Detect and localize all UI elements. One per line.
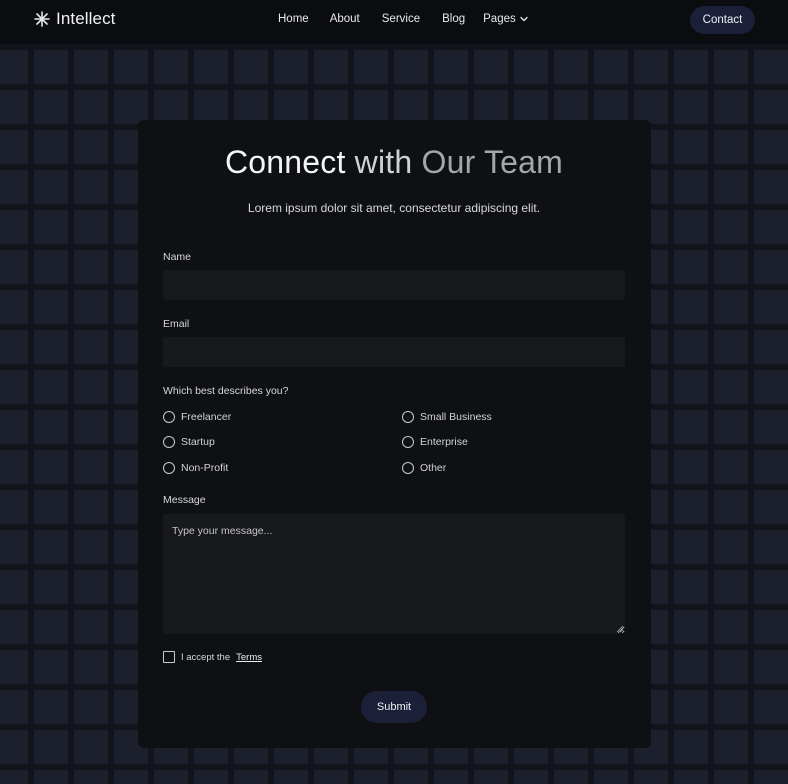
message-textarea[interactable] xyxy=(163,514,625,634)
describe-label: Which best describes you? xyxy=(163,385,289,397)
asterisk-icon xyxy=(34,11,50,27)
title-part-our-team: Our Team xyxy=(421,144,563,180)
radio-circle-icon xyxy=(163,462,175,474)
page-title: Connect with Our Team xyxy=(0,144,788,181)
nav-blog[interactable]: Blog xyxy=(442,13,465,25)
radio-startup[interactable]: Startup xyxy=(163,436,215,448)
terms-link[interactable]: Terms xyxy=(236,652,262,663)
radio-label: Freelancer xyxy=(181,411,232,423)
radio-small-business[interactable]: Small Business xyxy=(402,411,492,423)
radio-circle-icon xyxy=(402,436,414,448)
radio-other[interactable]: Other xyxy=(402,462,446,474)
message-label: Message xyxy=(163,494,206,506)
nav-about[interactable]: About xyxy=(330,13,360,25)
chevron-down-icon xyxy=(520,16,528,22)
resize-handle-icon[interactable] xyxy=(616,625,624,633)
email-input[interactable] xyxy=(163,337,625,367)
radio-freelancer[interactable]: Freelancer xyxy=(163,411,231,423)
main-nav: Home About Service Blog Pages xyxy=(278,13,528,25)
terms-row: I accept the Terms xyxy=(163,651,262,663)
page-subtitle: Lorem ipsum dolor sit amet, consectetur … xyxy=(247,201,541,215)
brand-name: Intellect xyxy=(56,9,116,28)
brand-logo[interactable]: Intellect xyxy=(34,9,116,29)
top-navbar: Intellect Home About Service Blog Pages … xyxy=(0,0,788,44)
submit-button[interactable]: Submit xyxy=(361,691,427,723)
terms-prefix: I accept the xyxy=(181,651,231,663)
radio-label: Other xyxy=(420,462,447,474)
radio-circle-icon xyxy=(163,436,175,448)
radio-circle-icon xyxy=(402,462,414,474)
radio-label: Enterprise xyxy=(420,436,468,448)
email-label: Email xyxy=(163,318,190,330)
nav-pages-label: Pages xyxy=(483,13,516,25)
name-input[interactable] xyxy=(163,270,625,300)
contact-button[interactable]: Contact xyxy=(690,6,755,34)
nav-pages[interactable]: Pages xyxy=(483,13,528,25)
radio-enterprise[interactable]: Enterprise xyxy=(402,436,468,448)
name-label: Name xyxy=(163,251,192,263)
radio-label: Small Business xyxy=(420,411,492,423)
title-part-with: with xyxy=(354,144,413,180)
nav-home[interactable]: Home xyxy=(278,13,309,25)
title-part-connect: Connect xyxy=(224,144,346,180)
nav-service[interactable]: Service xyxy=(382,13,420,25)
radio-label: Startup xyxy=(181,436,215,448)
terms-checkbox[interactable] xyxy=(163,651,175,663)
radio-label: Non-Profit xyxy=(181,462,229,474)
radio-circle-icon xyxy=(402,411,414,423)
radio-circle-icon xyxy=(163,411,175,423)
radio-non-profit[interactable]: Non-Profit xyxy=(163,462,228,474)
